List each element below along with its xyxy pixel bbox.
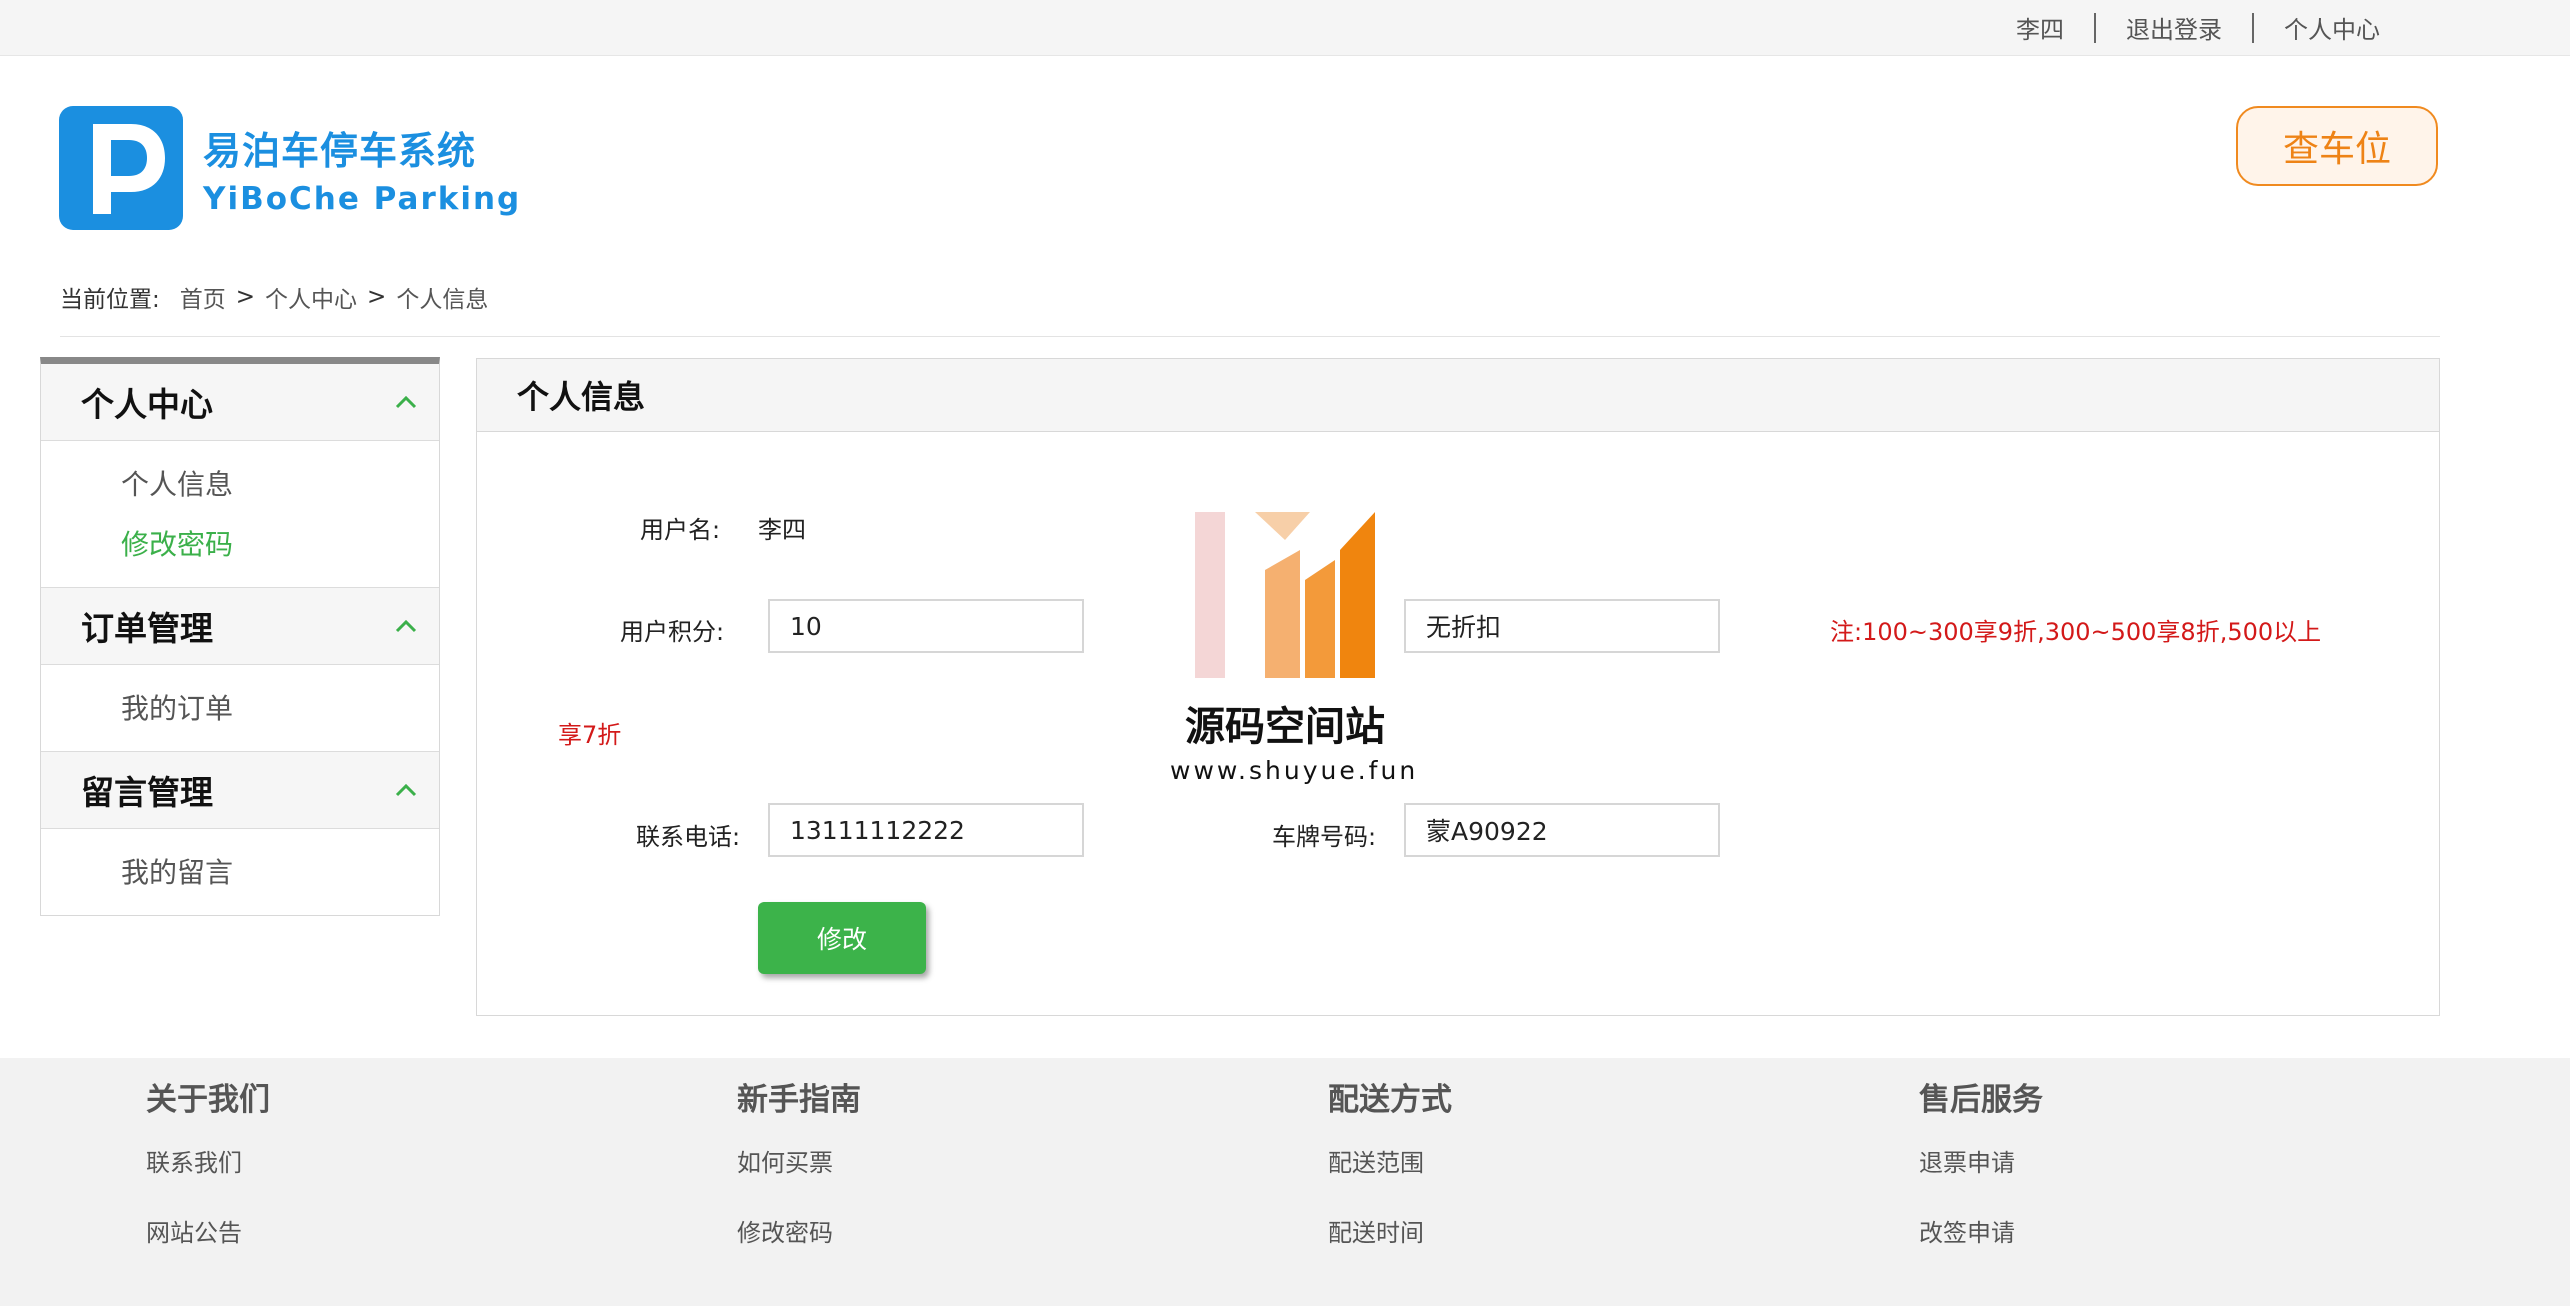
breadcrumb-home[interactable]: 首页 [180, 280, 226, 314]
logout-link[interactable]: 退出登录 [2096, 10, 2252, 45]
breadcrumb-divider [60, 336, 2440, 337]
footer-column-service: 售后服务 退票申请 改签申请 [1919, 1072, 2043, 1268]
sidebar-item-change-password[interactable]: 修改密码 [121, 515, 439, 575]
footer-heading: 配送方式 [1328, 1082, 1452, 1118]
footer-column-about: 关于我们 联系我们 网站公告 [146, 1072, 270, 1268]
breadcrumb: 当前位置: 首页 > 个人中心 > 个人信息 [60, 280, 488, 314]
footer-heading: 新手指南 [737, 1082, 861, 1118]
username-value: 李四 [758, 516, 806, 544]
footer-link-refund[interactable]: 退票申请 [1919, 1128, 2043, 1198]
top-links: 李四 退出登录 个人中心 [1986, 0, 2410, 55]
footer-link-delivery-time[interactable]: 配送时间 [1328, 1198, 1452, 1268]
sidebar-group-items: 我的留言 [41, 829, 439, 915]
footer-link-contact[interactable]: 联系我们 [146, 1128, 270, 1198]
sidebar-group-items: 个人信息 修改密码 [41, 441, 439, 588]
sidebar-group-items: 我的订单 [41, 665, 439, 752]
logo-title-en: YiBoChe Parking [203, 180, 522, 217]
sidebar-item-personal-info[interactable]: 个人信息 [121, 455, 439, 515]
footer-link-change-password[interactable]: 修改密码 [737, 1198, 861, 1268]
footer-link-how-to-buy[interactable]: 如何买票 [737, 1128, 861, 1198]
footer-link-reschedule[interactable]: 改签申请 [1919, 1198, 2043, 1268]
sidebar-group-title: 留言管理 [81, 773, 213, 812]
modify-button[interactable]: 修改 [758, 902, 926, 974]
sidebar-item-my-messages[interactable]: 我的留言 [121, 843, 439, 903]
top-bar: 李四 退出登录 个人中心 [0, 0, 2570, 56]
footer-link-announcement[interactable]: 网站公告 [146, 1198, 270, 1268]
breadcrumb-separator: > [367, 284, 387, 310]
discount-note-continued: 享7折 [558, 721, 622, 749]
watermark: 源码空间站 www.shuyue.fun [1170, 510, 1419, 785]
chevron-up-icon[interactable] [395, 778, 417, 803]
chevron-up-icon[interactable] [395, 614, 417, 639]
find-parking-button[interactable]: 查车位 [2236, 106, 2438, 186]
points-field[interactable]: 10 [768, 599, 1084, 653]
sidebar-group-messages[interactable]: 留言管理 [41, 752, 439, 829]
breadcrumb-personal-center[interactable]: 个人中心 [265, 280, 357, 314]
sidebar-group-title: 订单管理 [81, 609, 213, 648]
panel-title: 个人信息 [477, 359, 2439, 432]
breadcrumb-personal-info[interactable]: 个人信息 [396, 280, 488, 314]
username-link[interactable]: 李四 [1986, 10, 2094, 45]
sidebar: 个人中心 个人信息 修改密码 订单管理 我的订单 留言管理 我的留言 [40, 357, 440, 916]
phone-label: 联系电话: [636, 823, 741, 851]
footer-link-delivery-range[interactable]: 配送范围 [1328, 1128, 1452, 1198]
plate-field[interactable]: 蒙A90922 [1404, 803, 1720, 857]
footer-column-guide: 新手指南 如何买票 修改密码 [737, 1072, 861, 1268]
chevron-up-icon[interactable] [395, 390, 417, 415]
phone-field[interactable]: 13111112222 [768, 803, 1084, 857]
sidebar-group-title: 个人中心 [81, 385, 213, 424]
logo-title-cn: 易泊车停车系统 [203, 128, 477, 173]
username-label: 用户名: [640, 516, 721, 544]
discount-note: 注:100~300享9折,300~500享8折,500以上 [1830, 618, 2322, 646]
personal-center-link[interactable]: 个人中心 [2254, 10, 2410, 45]
sidebar-group-personal-center[interactable]: 个人中心 [41, 364, 439, 441]
footer-heading: 售后服务 [1919, 1082, 2043, 1118]
watermark-logo-icon [1195, 512, 1375, 678]
breadcrumb-separator: > [235, 284, 256, 310]
sidebar-item-my-orders[interactable]: 我的订单 [121, 679, 439, 739]
points-label: 用户积分: [620, 618, 725, 646]
sidebar-group-orders[interactable]: 订单管理 [41, 588, 439, 665]
watermark-title: 源码空间站 [1185, 704, 1385, 750]
logo-text: 易泊车停车系统 YiBoChe Parking [203, 120, 521, 217]
plate-label: 车牌号码: [1272, 823, 1377, 851]
footer-heading: 关于我们 [146, 1082, 270, 1118]
site-logo[interactable]: 易泊车停车系统 YiBoChe Parking [59, 106, 521, 230]
footer: 关于我们 联系我们 网站公告 新手指南 如何买票 修改密码 配送方式 配送范围 … [0, 1058, 2570, 1306]
watermark-url: www.shuyue.fun [1170, 756, 1419, 785]
discount-field[interactable]: 无折扣 [1404, 599, 1720, 653]
footer-column-delivery: 配送方式 配送范围 配送时间 [1328, 1072, 1452, 1268]
breadcrumb-prefix: 当前位置: [60, 287, 160, 313]
parking-logo-icon [59, 106, 183, 230]
